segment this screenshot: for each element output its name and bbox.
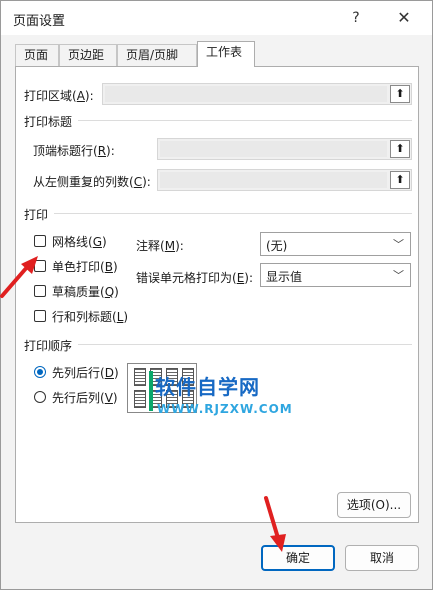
rows-to-repeat-label: 顶端标题行(R): — [33, 144, 115, 158]
collapse-dialog-icon[interactable]: ⬆ — [390, 171, 410, 189]
collapse-dialog-icon[interactable]: ⬆ — [390, 140, 410, 158]
cell-errors-value: 显示值 — [266, 270, 303, 284]
over-then-down-label[interactable]: 先行后列(V) — [52, 389, 118, 406]
dialog-title: 页面设置 — [13, 14, 66, 29]
comments-select[interactable]: (无) ﹀ — [260, 232, 411, 256]
gridlines-checkbox[interactable] — [34, 235, 46, 247]
print-heading: 打印 — [24, 208, 49, 222]
down-then-over-radio[interactable] — [34, 366, 46, 378]
comments-label: 注释(M): — [136, 239, 184, 253]
help-button[interactable]: ? — [341, 5, 371, 31]
print-area-input[interactable] — [105, 86, 387, 102]
page-thumbnail — [134, 368, 146, 386]
options-button[interactable]: 选项(O)... — [337, 492, 411, 518]
sheet-panel: 打印区域(A): ⬆ 打印标题 顶端标题行(R): ⬆ 从左侧重复的列数(C):… — [15, 66, 419, 523]
tab-page[interactable]: 页面 — [15, 44, 59, 66]
cell-errors-label: 错误单元格打印为(E): — [136, 271, 254, 285]
down-then-over-label[interactable]: 先列后行(D) — [52, 364, 119, 381]
annotation-arrow-icon — [264, 496, 286, 552]
page-setup-dialog: 页面设置 ? ✕ 页面 页边距 页眉/页脚 工作表 打印区域(A): ⬆ 打印标… — [0, 0, 433, 590]
draft-quality-label[interactable]: 草稿质量(Q) — [52, 283, 119, 300]
comments-value: (无) — [266, 239, 288, 253]
cols-to-repeat-input[interactable] — [160, 172, 387, 188]
divider — [78, 344, 412, 345]
cols-to-repeat-label: 从左侧重复的列数(C): — [33, 175, 151, 189]
chevron-down-icon: ﹀ — [393, 238, 404, 251]
annotation-arrow-icon — [0, 256, 38, 298]
watermark-bar — [149, 371, 153, 411]
tab-margins[interactable]: 页边距 — [59, 44, 117, 66]
watermark-url: WWW.RJZXW.COM — [157, 402, 293, 416]
tab-header-footer[interactable]: 页眉/页脚 — [117, 44, 197, 66]
collapse-dialog-icon[interactable]: ⬆ — [390, 85, 410, 103]
divider — [78, 120, 412, 121]
gridlines-label[interactable]: 网格线(G) — [52, 233, 107, 250]
print-area-label: 打印区域(A): — [24, 89, 94, 103]
print-titles-heading: 打印标题 — [24, 115, 73, 129]
rows-to-repeat-input[interactable] — [160, 141, 387, 157]
black-and-white-label[interactable]: 单色打印(B) — [52, 258, 118, 275]
row-col-headings-checkbox[interactable] — [34, 310, 46, 322]
chevron-down-icon: ﹀ — [393, 269, 404, 282]
tab-sheet[interactable]: 工作表 — [197, 41, 255, 67]
watermark-title: 软件自学网 — [155, 375, 260, 399]
row-col-headings-label[interactable]: 行和列标题(L) — [52, 308, 128, 325]
cols-to-repeat-field[interactable]: ⬆ — [157, 169, 412, 191]
page-order-heading: 打印顺序 — [24, 339, 73, 353]
over-then-down-radio[interactable] — [34, 391, 46, 403]
rows-to-repeat-field[interactable]: ⬆ — [157, 138, 412, 160]
close-button[interactable]: ✕ — [389, 5, 419, 31]
page-thumbnail — [134, 390, 146, 408]
cancel-button[interactable]: 取消 — [345, 545, 419, 571]
divider — [54, 213, 412, 214]
print-area-field[interactable]: ⬆ — [102, 83, 412, 105]
title-bar: 页面设置 ? ✕ — [1, 1, 432, 35]
site-watermark: 软件自学网 WWW.RJZXW.COM — [149, 371, 309, 421]
cell-errors-select[interactable]: 显示值 ﹀ — [260, 263, 411, 287]
